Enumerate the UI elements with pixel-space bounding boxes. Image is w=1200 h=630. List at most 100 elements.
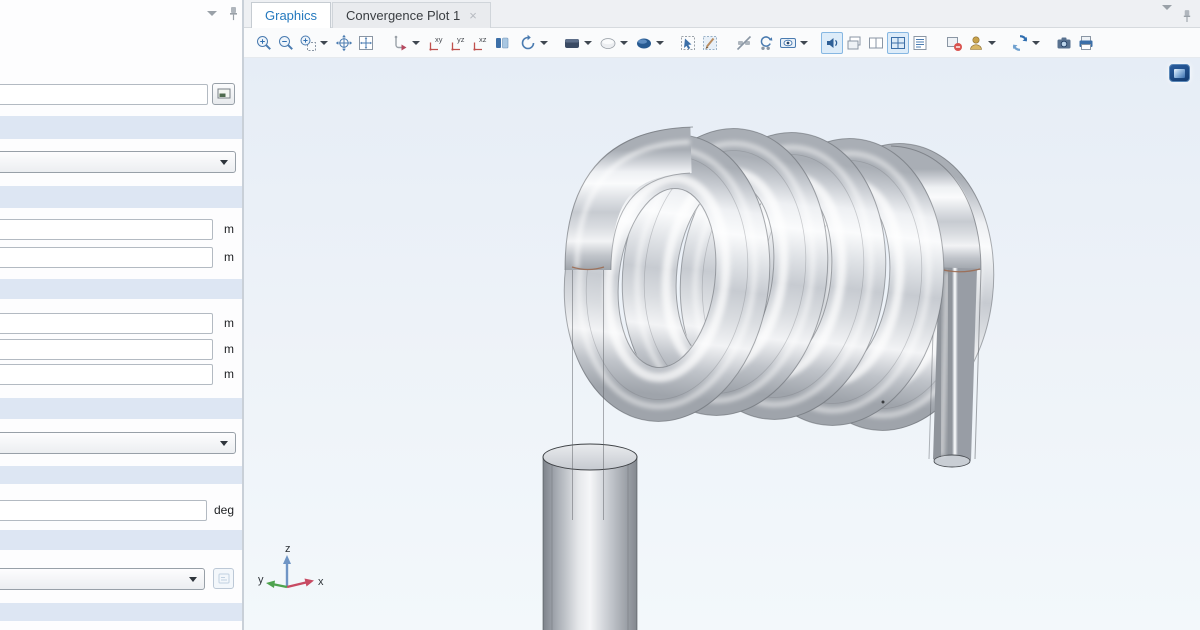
zoom-out-button[interactable] xyxy=(275,32,297,54)
remove-frame-icon xyxy=(945,34,963,52)
view-xz-button[interactable]: xz xyxy=(469,32,491,54)
param-input-5[interactable] xyxy=(0,364,213,385)
rotate-icon xyxy=(519,34,537,52)
param-input-3[interactable] xyxy=(0,313,213,334)
material-menu-caret[interactable] xyxy=(655,32,665,54)
sketch-icon xyxy=(701,34,719,52)
user-menu-caret[interactable] xyxy=(987,32,997,54)
panel-pin-icon[interactable] xyxy=(228,6,239,21)
unit-label: m xyxy=(224,367,234,381)
go-to-default-view-button[interactable] xyxy=(389,32,411,54)
sketch-button[interactable] xyxy=(699,32,721,54)
zoom-in-button[interactable] xyxy=(253,32,275,54)
reset-hiding-button[interactable] xyxy=(755,32,777,54)
tab-convergence-plot-1[interactable]: Convergence Plot 1 × xyxy=(332,2,491,28)
split-view-icon xyxy=(889,34,907,52)
graphics-canvas[interactable]: z x y xyxy=(244,58,1200,630)
print-button[interactable] xyxy=(1075,32,1097,54)
svg-text:yz: yz xyxy=(457,35,465,44)
label-button[interactable] xyxy=(212,83,235,105)
chevron-down-icon xyxy=(220,441,228,446)
panel-collapse-icon[interactable] xyxy=(207,11,217,16)
hide-entities-button[interactable] xyxy=(733,32,755,54)
unit-label: deg xyxy=(214,503,234,517)
zoom-in-icon xyxy=(255,34,273,52)
window-cascade-button[interactable] xyxy=(843,32,865,54)
zoom-box-menu-caret[interactable] xyxy=(319,32,329,54)
rename-label-icon xyxy=(217,88,231,100)
zoom-box-button[interactable] xyxy=(297,32,319,54)
go-to-view-menu-caret[interactable] xyxy=(411,32,421,54)
dropdown-1[interactable] xyxy=(0,151,236,173)
angle-input[interactable] xyxy=(0,500,207,521)
material-rendering-button[interactable] xyxy=(633,32,655,54)
fit-window-button[interactable] xyxy=(355,32,377,54)
section-band xyxy=(0,530,242,550)
scene-light-button[interactable] xyxy=(561,32,583,54)
transparency-button[interactable] xyxy=(597,32,619,54)
coil-3d-model: z x y xyxy=(244,58,1200,630)
screen-icon xyxy=(1174,69,1185,78)
window-pin-icon[interactable] xyxy=(1182,9,1192,28)
sound-icon xyxy=(823,34,841,52)
orthographic-projection-button[interactable] xyxy=(491,32,513,54)
view-yz-icon: yz xyxy=(449,34,467,52)
graphics-window: Graphics Convergence Plot 1 × xyxy=(244,0,1200,630)
zoom-out-icon xyxy=(277,34,295,52)
source-icon xyxy=(218,573,230,584)
dropdown-2[interactable] xyxy=(0,432,236,454)
section-band xyxy=(0,116,242,139)
select-box-button[interactable] xyxy=(677,32,699,54)
remove-frame-button[interactable] xyxy=(943,32,965,54)
sound-button[interactable] xyxy=(821,32,843,54)
param-input-2[interactable] xyxy=(0,247,213,268)
view-toggle-button[interactable] xyxy=(1169,64,1190,82)
close-icon[interactable]: × xyxy=(469,9,477,22)
update-menu-caret[interactable] xyxy=(1031,32,1041,54)
visibility-menu-caret[interactable] xyxy=(799,32,809,54)
label-input[interactable] xyxy=(0,84,208,105)
app-window: m m m m m deg Graphics Convergence P xyxy=(0,0,1200,630)
y-axis-arrow xyxy=(266,581,275,589)
window-menu-icon[interactable] xyxy=(1162,10,1172,28)
unit-label: m xyxy=(224,222,234,236)
update-solution-button[interactable] xyxy=(1009,32,1031,54)
param-input-4[interactable] xyxy=(0,339,213,360)
section-band xyxy=(0,603,242,621)
view-xz-icon: xz xyxy=(471,34,489,52)
reset-hiding-icon xyxy=(757,34,775,52)
orthographic-projection-icon xyxy=(493,34,511,52)
tab-label: Convergence Plot 1 xyxy=(346,8,460,23)
window-tile-button[interactable] xyxy=(865,32,887,54)
rotate-button[interactable] xyxy=(517,32,539,54)
split-view-button[interactable] xyxy=(887,32,909,54)
scene-light-icon xyxy=(563,34,581,52)
chevron-down-icon xyxy=(220,160,228,165)
dropdown-3[interactable] xyxy=(0,568,205,590)
hide-entities-icon xyxy=(735,34,753,52)
zoom-extents-icon xyxy=(335,34,353,52)
user-account-button[interactable] xyxy=(965,32,987,54)
vertex-dot xyxy=(882,401,885,404)
z-axis-arrow xyxy=(283,555,291,564)
x-axis-label: x xyxy=(318,576,324,588)
scene-light-menu-caret[interactable] xyxy=(583,32,593,54)
view-xy-button[interactable]: xy xyxy=(425,32,447,54)
go-to-source-button xyxy=(213,568,234,589)
rotate-menu-caret[interactable] xyxy=(539,32,549,54)
transparency-menu-caret[interactable] xyxy=(619,32,629,54)
snapshot-button[interactable] xyxy=(1053,32,1075,54)
window-cascade-icon xyxy=(845,34,863,52)
view-yz-button[interactable]: yz xyxy=(447,32,469,54)
tab-graphics[interactable]: Graphics xyxy=(251,2,331,28)
window-tile-icon xyxy=(867,34,885,52)
visibility-button[interactable] xyxy=(777,32,799,54)
param-input-1[interactable] xyxy=(0,219,213,240)
svg-text:xy: xy xyxy=(435,35,443,44)
x-axis-arrow xyxy=(305,579,315,587)
zoom-extents-button[interactable] xyxy=(333,32,355,54)
visibility-icon xyxy=(779,34,797,52)
section-band xyxy=(0,398,242,419)
section-band xyxy=(0,186,242,208)
log-view-button[interactable] xyxy=(909,32,931,54)
